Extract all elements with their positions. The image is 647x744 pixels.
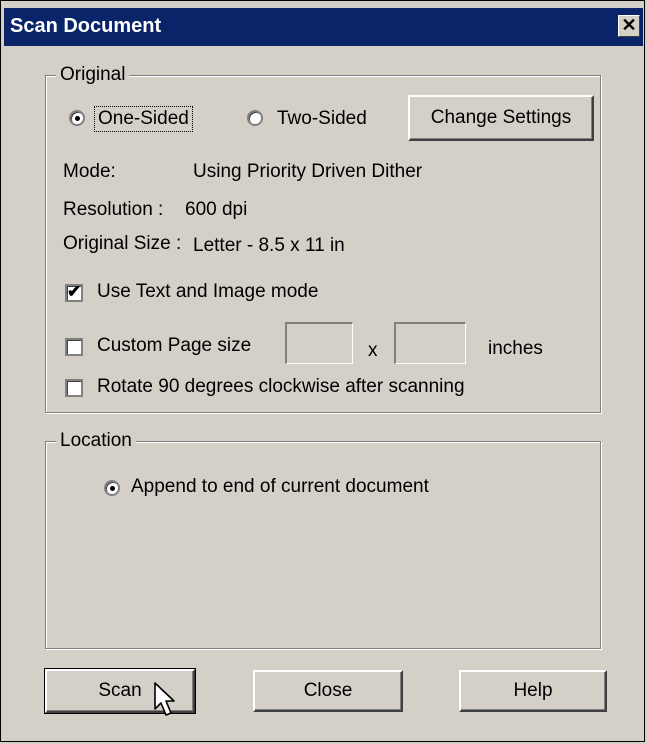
two-sided-label[interactable]: Two-Sided [277, 108, 367, 130]
resolution-value: 600 dpi [185, 199, 248, 220]
close-icon[interactable]: ✕ [618, 15, 640, 37]
rotate-label[interactable]: Rotate 90 degrees clockwise after scanni… [97, 376, 465, 398]
title-bar[interactable]: Scan Document ✕ [4, 8, 643, 46]
custom-page-size-checkbox[interactable] [65, 338, 83, 356]
location-group: Location [45, 430, 601, 649]
append-label[interactable]: Append to end of current document [131, 476, 429, 498]
two-sided-radio[interactable] [247, 110, 263, 126]
mode-value: Using Priority Driven Dither [193, 161, 423, 182]
one-sided-label[interactable]: One-Sided [94, 106, 193, 132]
units-label: inches [488, 338, 543, 359]
text-image-mode-checkbox[interactable] [65, 282, 83, 302]
original-legend: Original [56, 64, 130, 86]
custom-width-input[interactable] [285, 322, 353, 364]
text-image-mode-label[interactable]: Use Text and Image mode [97, 281, 318, 303]
custom-page-size-label[interactable]: Custom Page size [97, 335, 251, 357]
location-legend: Location [56, 430, 136, 452]
custom-height-input[interactable] [394, 322, 466, 364]
help-button[interactable]: Help [459, 670, 607, 712]
one-sided-radio[interactable] [69, 110, 85, 126]
dialog-title: Scan Document [10, 15, 162, 37]
mode-label: Mode: [63, 161, 116, 182]
rotate-checkbox[interactable] [65, 379, 83, 397]
change-settings-button[interactable]: Change Settings [408, 95, 594, 141]
times-label: x [368, 340, 378, 361]
original-size-label: Original Size : [63, 233, 182, 254]
resolution-label: Resolution : [63, 199, 164, 220]
append-radio[interactable] [104, 480, 120, 496]
scan-document-dialog: Scan Document ✕ Original One-Sided Two-S… [0, 0, 645, 742]
mouse-cursor-icon [154, 682, 175, 716]
original-size-value: Letter - 8.5 x 11 in [193, 235, 345, 256]
close-button[interactable]: Close [253, 670, 403, 712]
